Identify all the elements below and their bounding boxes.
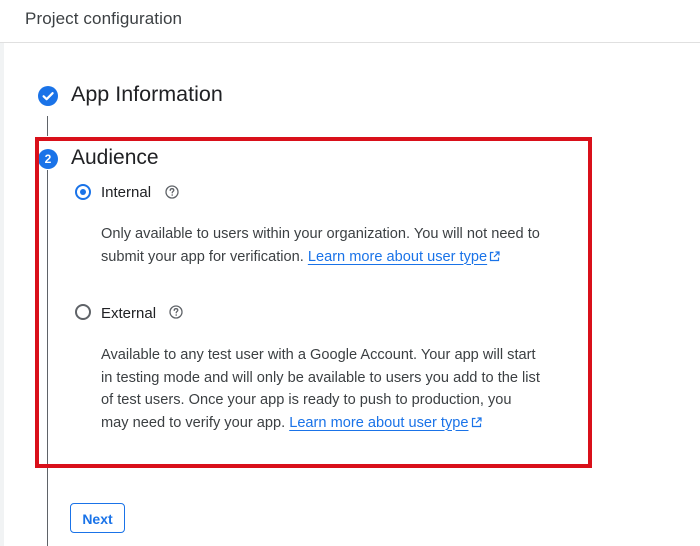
option-external-description: Available to any test user with a Google… xyxy=(101,344,541,434)
next-button[interactable]: Next xyxy=(70,503,125,533)
page-header: Project configuration xyxy=(0,0,700,43)
learn-more-user-type-link[interactable]: Learn more about user type xyxy=(308,249,500,265)
step-connector-vertical xyxy=(47,170,48,546)
radio-internal[interactable] xyxy=(75,184,91,200)
option-internal-description: Only available to users within your orga… xyxy=(101,223,541,268)
radio-external[interactable] xyxy=(75,304,91,320)
left-edge-strip xyxy=(0,0,4,546)
step-connector xyxy=(47,116,48,136)
external-link-icon xyxy=(490,250,500,261)
help-circle-icon[interactable] xyxy=(165,185,179,199)
page-title: Project configuration xyxy=(25,9,183,28)
help-circle-icon[interactable] xyxy=(169,305,183,319)
external-link-icon xyxy=(471,416,482,427)
project-configuration-page: Project configuration App Information 2 … xyxy=(0,0,700,546)
learn-more-user-type-link[interactable]: Learn more about user type xyxy=(289,415,482,431)
option-internal-label[interactable]: Internal xyxy=(101,184,151,201)
check-circle-icon xyxy=(38,86,58,106)
option-external-label[interactable]: External xyxy=(101,305,156,322)
step-audience-title: Audience xyxy=(71,146,159,169)
step-number-badge: 2 xyxy=(38,149,58,169)
step-app-information-title[interactable]: App Information xyxy=(71,82,223,107)
